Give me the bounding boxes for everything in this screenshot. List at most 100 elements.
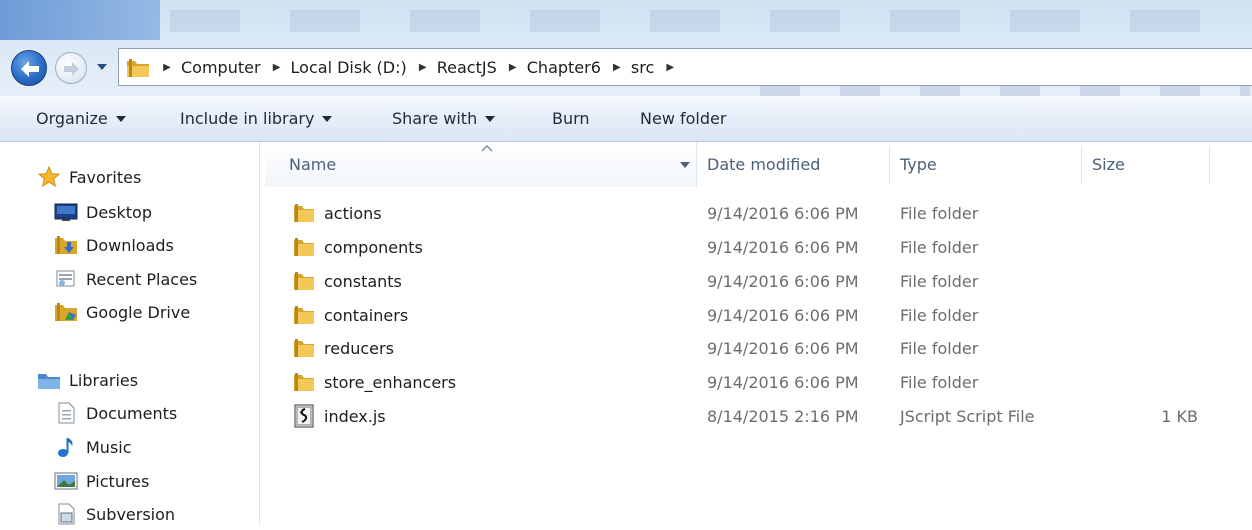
file-row-index-js[interactable]: index.js 8/14/2015 2:16 PM JScript Scrip… bbox=[261, 399, 1252, 433]
breadcrumb-separator-icon[interactable]: ▶ bbox=[660, 49, 680, 85]
column-header-size[interactable]: Size bbox=[1092, 142, 1202, 187]
column-header-row: Name Date modified Type Size bbox=[261, 142, 1252, 187]
folder-icon bbox=[294, 306, 314, 324]
breadcrumb-separator-icon[interactable]: ▶ bbox=[503, 49, 523, 85]
recent-pages-dropdown-icon[interactable] bbox=[96, 62, 108, 72]
file-type: File folder bbox=[900, 372, 979, 392]
file-size: 1 KB bbox=[1161, 406, 1198, 426]
chevron-down-icon bbox=[485, 115, 496, 122]
column-divider[interactable] bbox=[889, 146, 890, 184]
file-name: containers bbox=[324, 305, 409, 325]
nav-item-label: Music bbox=[86, 437, 132, 457]
nav-item-label: Recent Places bbox=[86, 269, 198, 289]
chevron-down-icon bbox=[322, 115, 333, 122]
breadcrumb-separator-icon[interactable]: ▶ bbox=[157, 49, 177, 85]
nav-favorites-label: Favorites bbox=[69, 167, 142, 187]
jscript-file-icon bbox=[294, 404, 314, 428]
column-header-date-label: Date modified bbox=[707, 155, 821, 174]
nav-item-recent-places[interactable]: Recent Places bbox=[54, 263, 197, 295]
nav-item-subversion[interactable]: Subversion bbox=[54, 498, 175, 530]
nav-item-downloads[interactable]: Downloads bbox=[54, 229, 174, 261]
file-date: 9/14/2016 6:06 PM bbox=[707, 372, 859, 392]
breadcrumb-local-disk[interactable]: Local Disk (D:) bbox=[287, 58, 413, 77]
breadcrumb-separator-icon[interactable]: ▶ bbox=[267, 49, 287, 85]
breadcrumb-reactjs[interactable]: ReactJS bbox=[433, 58, 503, 77]
breadcrumb-src[interactable]: src bbox=[627, 58, 660, 77]
breadcrumb-separator-icon[interactable]: ▶ bbox=[413, 49, 433, 85]
nav-item-documents[interactable]: Documents bbox=[54, 397, 177, 429]
share-with-button[interactable]: Share with bbox=[392, 96, 496, 141]
file-name: index.js bbox=[324, 406, 386, 426]
desktop-icon bbox=[54, 200, 78, 224]
file-type: File folder bbox=[900, 271, 979, 291]
sort-ascending-icon bbox=[481, 144, 493, 152]
new-folder-button[interactable]: New folder bbox=[640, 96, 726, 141]
column-header-date-modified[interactable]: Date modified bbox=[707, 142, 887, 187]
column-divider[interactable] bbox=[1209, 146, 1210, 184]
file-name: constants bbox=[324, 271, 402, 291]
folder-icon bbox=[294, 272, 314, 290]
blurred-title-area bbox=[0, 0, 160, 40]
breadcrumb-computer[interactable]: Computer bbox=[177, 58, 267, 77]
file-name: reducers bbox=[324, 338, 394, 358]
nav-item-music[interactable]: Music bbox=[54, 431, 132, 463]
file-row-containers[interactable]: containers 9/14/2016 6:06 PM File folder bbox=[261, 298, 1252, 332]
file-name: store_enhancers bbox=[324, 372, 457, 392]
address-bar[interactable]: ▶ Computer ▶ Local Disk (D:) ▶ ReactJS ▶… bbox=[118, 48, 1252, 86]
new-folder-label: New folder bbox=[640, 109, 727, 128]
command-bar: Organize Include in library Share with B… bbox=[0, 96, 1252, 142]
folder-icon bbox=[294, 238, 314, 256]
organize-label: Organize bbox=[36, 109, 108, 128]
nav-item-desktop[interactable]: Desktop bbox=[54, 196, 152, 228]
file-date: 9/14/2016 6:06 PM bbox=[707, 305, 859, 325]
folder-icon bbox=[294, 204, 314, 222]
column-header-size-label: Size bbox=[1092, 155, 1125, 174]
nav-libraries[interactable]: Libraries bbox=[37, 364, 138, 396]
file-type: JScript Script File bbox=[900, 406, 1035, 426]
file-type: File folder bbox=[900, 237, 979, 257]
google-drive-folder-icon bbox=[54, 300, 78, 324]
include-in-library-button[interactable]: Include in library bbox=[180, 96, 333, 141]
recent-places-icon bbox=[54, 267, 78, 291]
file-date: 9/14/2016 6:06 PM bbox=[707, 237, 859, 257]
folder-icon bbox=[294, 373, 314, 391]
file-row-actions[interactable]: actions 9/14/2016 6:06 PM File folder bbox=[261, 196, 1252, 230]
chevron-down-icon bbox=[115, 115, 126, 122]
blurred-background-ribbon bbox=[170, 10, 1230, 32]
file-row-components[interactable]: components 9/14/2016 6:06 PM File folder bbox=[261, 230, 1252, 264]
file-list: Name Date modified Type Size actions 9/1… bbox=[261, 142, 1252, 525]
back-button[interactable] bbox=[11, 50, 47, 86]
file-date: 9/14/2016 6:06 PM bbox=[707, 338, 859, 358]
back-arrow-icon bbox=[21, 61, 39, 77]
nav-item-google-drive[interactable]: Google Drive bbox=[54, 296, 190, 328]
music-icon bbox=[54, 435, 78, 459]
nav-favorites[interactable]: Favorites bbox=[37, 161, 141, 193]
pictures-icon bbox=[54, 469, 78, 493]
organize-button[interactable]: Organize bbox=[36, 96, 126, 141]
nav-item-label: Documents bbox=[86, 403, 178, 423]
navigation-pane: Favorites Desktop Downloads Recent Place… bbox=[0, 142, 260, 525]
chevron-down-icon[interactable] bbox=[679, 161, 691, 169]
burn-button[interactable]: Burn bbox=[552, 96, 590, 141]
window-top-strip: ▶ Computer ▶ Local Disk (D:) ▶ ReactJS ▶… bbox=[0, 0, 1252, 96]
file-name: actions bbox=[324, 203, 382, 223]
nav-item-pictures[interactable]: Pictures bbox=[54, 465, 149, 497]
column-header-type[interactable]: Type bbox=[900, 142, 1080, 187]
include-in-library-label: Include in library bbox=[180, 109, 315, 128]
column-divider[interactable] bbox=[1081, 146, 1082, 184]
file-date: 8/14/2015 2:16 PM bbox=[707, 406, 859, 426]
breadcrumb-chapter6[interactable]: Chapter6 bbox=[523, 58, 607, 77]
file-row-reducers[interactable]: reducers 9/14/2016 6:06 PM File folder bbox=[261, 331, 1252, 365]
breadcrumb-separator-icon[interactable]: ▶ bbox=[607, 49, 627, 85]
file-name: components bbox=[324, 237, 423, 257]
file-row-store-enhancers[interactable]: store_enhancers 9/14/2016 6:06 PM File f… bbox=[261, 365, 1252, 399]
forward-button[interactable] bbox=[55, 52, 87, 84]
file-type: File folder bbox=[900, 338, 979, 358]
file-type: File folder bbox=[900, 305, 979, 325]
breadcrumb: ▶ Computer ▶ Local Disk (D:) ▶ ReactJS ▶… bbox=[157, 49, 680, 85]
column-header-name[interactable]: Name bbox=[265, 142, 697, 187]
file-row-constants[interactable]: constants 9/14/2016 6:06 PM File folder bbox=[261, 264, 1252, 298]
nav-item-label: Subversion bbox=[86, 504, 176, 524]
folder-icon bbox=[294, 339, 314, 357]
documents-icon bbox=[54, 401, 78, 425]
